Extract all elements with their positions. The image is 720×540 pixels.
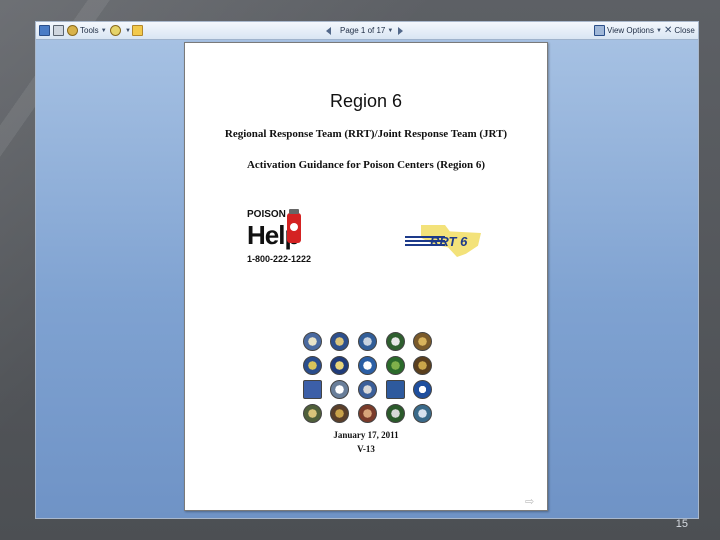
agency-seal-icon (413, 332, 432, 351)
agency-seal-icon (386, 404, 405, 423)
chevron-down-icon: ▼ (100, 27, 107, 34)
slide-number: 15 (675, 518, 688, 530)
usda-seal-icon (386, 380, 405, 399)
highlight-button[interactable]: ▼ (110, 22, 131, 39)
highlighter-icon (110, 25, 121, 36)
tools-menu[interactable]: Tools ▼ (67, 22, 107, 39)
viewer-toolbar: Tools ▼ ▼ Page 1 of 17 ▼ View Options ▼ … (36, 22, 698, 40)
agency-seal-icon (303, 404, 322, 423)
next-page-arrow-icon[interactable]: ⇨ (525, 495, 534, 508)
document-viewer: Tools ▼ ▼ Page 1 of 17 ▼ View Options ▼ … (36, 22, 698, 518)
agency-seal-icon (358, 356, 377, 375)
print-button[interactable] (53, 22, 66, 39)
agency-seal-icon (330, 332, 349, 351)
agency-seal-icon (386, 332, 405, 351)
save-button[interactable] (39, 22, 52, 39)
document-date: January 17, 2011 (333, 430, 399, 440)
document-content-area[interactable]: Region 6 Regional Response Team (RRT)/Jo… (36, 40, 698, 518)
folder-icon (132, 25, 143, 36)
arrow-left-icon (326, 26, 331, 35)
chevron-down-icon: ▼ (387, 27, 394, 34)
agency-seal-icon (330, 380, 349, 399)
document-page: Region 6 Regional Response Team (RRT)/Jo… (184, 42, 548, 511)
agency-seal-icon (413, 380, 432, 399)
document-subtitle: Activation Guidance for Poison Centers (… (246, 159, 486, 171)
agency-seal-icon (303, 356, 322, 375)
rrt6-logo: RRT 6 (405, 225, 485, 257)
agency-seal-icon (386, 356, 405, 375)
document-title: Regional Response Team (RRT)/Joint Respo… (224, 128, 508, 140)
arrow-right-icon (398, 26, 403, 35)
agency-seal-icon (413, 404, 432, 423)
rrt6-logo-text: RRT 6 (430, 234, 468, 249)
gsa-seal-icon (303, 380, 322, 399)
chevron-down-icon: ▼ (125, 27, 131, 34)
view-options-menu[interactable]: View Options ▼ (594, 22, 662, 39)
close-label: Close (674, 26, 695, 35)
tools-icon (67, 25, 78, 36)
view-options-icon (594, 25, 605, 36)
previous-page-button[interactable] (326, 22, 331, 39)
agency-seal-icon (358, 404, 377, 423)
poison-help-phone: 1-800-222-1222 (247, 254, 312, 264)
agency-seal-icon (330, 356, 349, 375)
next-page-button[interactable] (398, 22, 403, 39)
print-icon (53, 25, 64, 36)
close-icon: ✕ (664, 25, 673, 36)
poison-help-word-top: POISON (247, 209, 286, 220)
tools-label: Tools (80, 26, 99, 35)
save-icon (39, 25, 50, 36)
close-button[interactable]: ✕ Close (664, 22, 695, 39)
skull-icon (290, 223, 298, 231)
poison-help-logo: POISON Help 1-800-222-1222 (247, 209, 327, 269)
poison-bottle-icon (287, 209, 301, 243)
view-options-label: View Options (607, 26, 654, 35)
agency-seal-icon (330, 404, 349, 423)
page-indicator[interactable]: Page 1 of 17 ▼ (340, 22, 393, 39)
region-heading: Region 6 (329, 91, 403, 111)
document-version: V-13 (357, 444, 375, 454)
agency-seal-icon (303, 332, 322, 351)
agency-seal-icon (358, 380, 377, 399)
page-indicator-label: Page 1 of 17 (340, 26, 386, 35)
open-folder-button[interactable] (132, 22, 145, 39)
agency-seal-icon (413, 356, 432, 375)
chevron-down-icon: ▼ (656, 27, 662, 34)
agency-seal-icon (358, 332, 377, 351)
